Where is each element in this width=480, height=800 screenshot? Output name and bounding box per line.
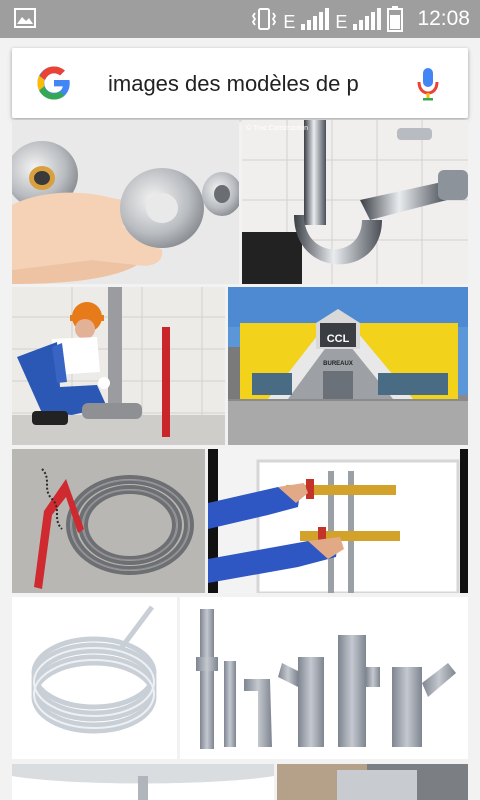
battery-icon — [387, 6, 404, 32]
image-result-washers[interactable] — [12, 120, 239, 284]
search-input[interactable]: images des modèles de p — [108, 70, 390, 98]
clock: 12:08 — [417, 7, 470, 30]
image-watermark: © Truc Construction — [246, 124, 308, 132]
image-result-sink-underside[interactable] — [12, 764, 274, 800]
search-bar[interactable]: images des modèles de p — [12, 48, 468, 118]
image-result-pipe-closeup[interactable] — [277, 764, 468, 800]
image-notification-icon — [14, 8, 36, 28]
signal-icon — [301, 8, 330, 30]
image-result-plumber[interactable] — [12, 287, 225, 445]
google-logo[interactable] — [36, 65, 72, 101]
image-result-pvc-fittings[interactable] — [180, 597, 468, 759]
image-result-pipe-coil[interactable] — [12, 597, 177, 759]
mic-icon[interactable] — [416, 67, 440, 101]
image-result-conduit-coil[interactable] — [12, 449, 205, 593]
store-sign: CCL — [327, 333, 350, 345]
signal-icon — [353, 8, 382, 30]
image-result-ccl-store[interactable]: CCL BUREAUX — [228, 287, 468, 445]
store-subsign: BUREAUX — [323, 361, 353, 367]
image-result-manifold-install[interactable] — [208, 449, 468, 593]
network-type-label: E — [283, 11, 296, 32]
image-result-sink-trap[interactable]: © Truc Construction — [242, 120, 468, 284]
status-bar: E E 12:08 — [0, 0, 480, 38]
vibrate-icon — [252, 8, 277, 30]
network-type-label: E — [335, 11, 348, 32]
